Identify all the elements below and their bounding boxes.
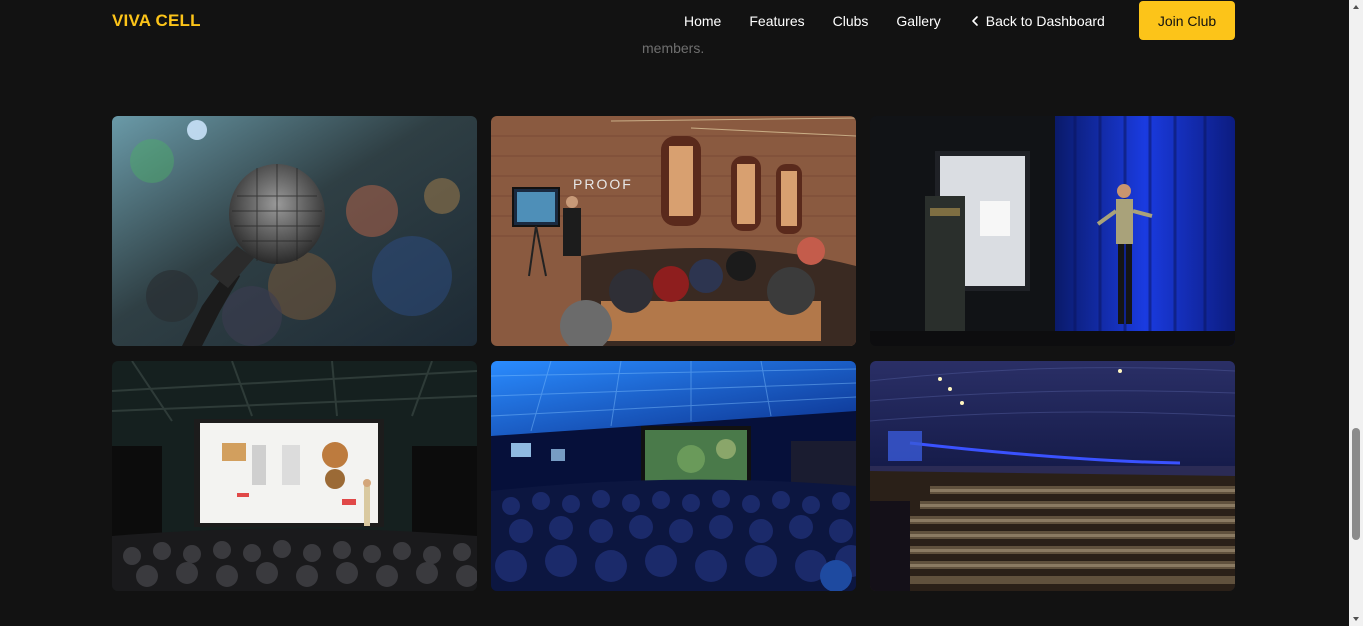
svg-text:PROOF: PROOF [573, 176, 633, 192]
back-to-dashboard-link[interactable]: Back to Dashboard [969, 13, 1105, 29]
vertical-scrollbar[interactable] [1349, 0, 1363, 626]
nav-links: Home Features Clubs Gallery Back to Dash… [684, 13, 1133, 29]
join-club-button[interactable]: Join Club [1139, 1, 1235, 40]
nav-features[interactable]: Features [749, 13, 804, 29]
gallery-image-warehouse-screen[interactable] [112, 361, 477, 591]
gallery-image-blue-ballroom[interactable] [491, 361, 856, 591]
back-to-dashboard-label: Back to Dashboard [985, 13, 1105, 29]
gallery-image-stage-speaker[interactable] [870, 116, 1235, 346]
brand-logo[interactable]: VIVA CELL [112, 11, 201, 31]
section-description-fragment: members. [642, 40, 705, 56]
nav-clubs[interactable]: Clubs [833, 13, 869, 29]
chevron-left-icon [971, 16, 978, 26]
gallery-image-arena-crowd[interactable] [870, 361, 1235, 591]
scroll-down-arrow-icon[interactable] [1352, 615, 1360, 623]
scrollbar-thumb[interactable] [1352, 428, 1360, 540]
scroll-up-arrow-icon[interactable] [1352, 3, 1360, 11]
nav-home[interactable]: Home [684, 13, 721, 29]
gallery-image-microphone[interactable] [112, 116, 477, 346]
nav-gallery[interactable]: Gallery [896, 13, 940, 29]
gallery-grid: PROOF [112, 116, 1235, 591]
gallery-image-brick-room[interactable]: PROOF [491, 116, 856, 346]
navbar: VIVA CELL Home Features Clubs Gallery Ba… [0, 0, 1349, 42]
